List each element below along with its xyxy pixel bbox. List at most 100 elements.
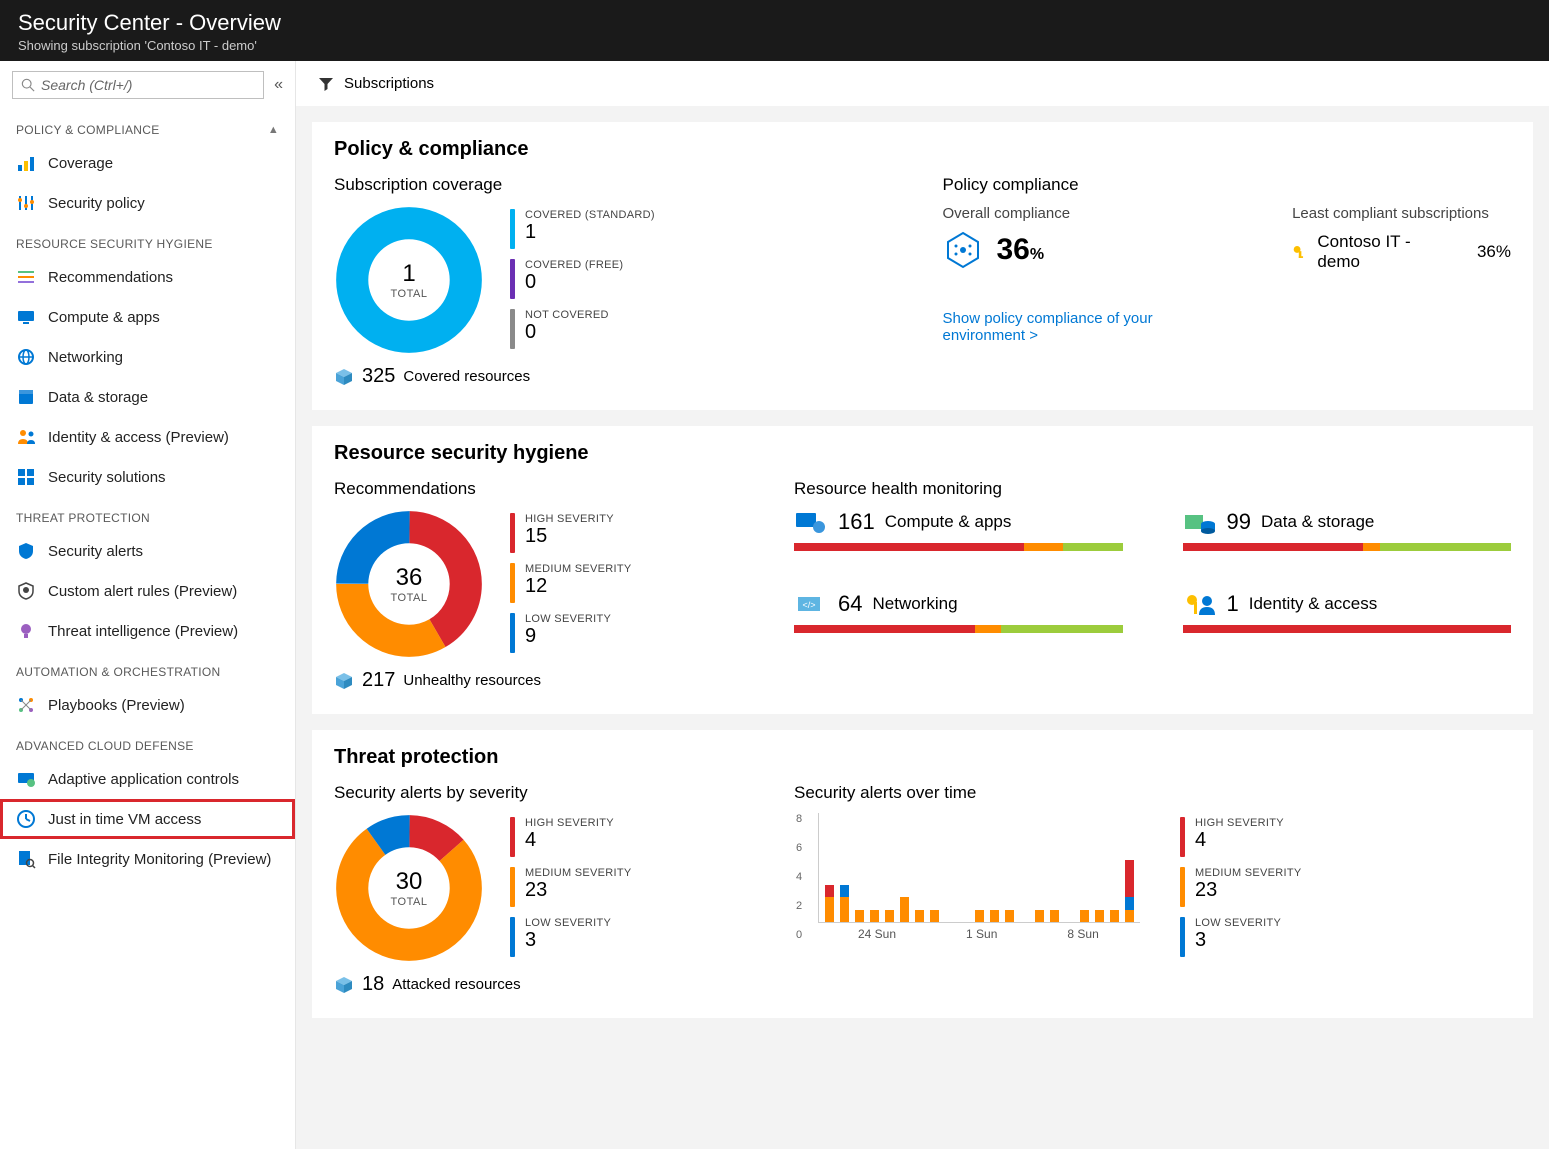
sidebar-item-label: Recommendations xyxy=(48,269,173,286)
coverage-icon xyxy=(16,153,36,173)
recommendations: Recommendations 36TOTAL HIGH SEVERITY15M… xyxy=(334,479,754,692)
sidebar-item-playbooks-preview[interactable]: Playbooks (Preview) xyxy=(0,685,295,725)
legend-swatch xyxy=(1180,867,1185,907)
legend-swatch xyxy=(510,817,515,857)
sidebar-item-custom-alert-rules-preview[interactable]: Custom alert rules (Preview) xyxy=(0,571,295,611)
tile-label: Compute & apps xyxy=(885,512,1012,532)
nav-section-header[interactable]: RESOURCE SECURITY HYGIENE xyxy=(0,223,295,257)
sidebar-item-label: Security alerts xyxy=(48,543,143,560)
legend-value: 1 xyxy=(525,221,655,244)
subscription-coverage: Subscription coverage 1TOTAL COVERED (ST… xyxy=(334,175,903,388)
legend-item: HIGH SEVERITY15 xyxy=(510,513,632,553)
least-compliant-name: Contoso IT - demo xyxy=(1317,232,1437,272)
sidebar-nav[interactable]: POLICY & COMPLIANCE▲ Coverage Security pol… xyxy=(0,109,295,1149)
legend-value: 4 xyxy=(525,829,614,852)
legend-label: NOT COVERED xyxy=(525,309,609,321)
least-compliant-row[interactable]: Contoso IT - demo 36% xyxy=(1292,232,1511,272)
section-title: Security alerts over time xyxy=(794,783,1511,803)
spark-bar xyxy=(1005,910,1014,923)
covered-resources-count: 325 xyxy=(362,365,395,388)
search-icon xyxy=(21,78,35,92)
sidebar-item-recommendations[interactable]: Recommendations xyxy=(0,257,295,297)
show-policy-compliance-link[interactable]: Show policy compliance of your environme… xyxy=(943,310,1223,344)
sidebar-item-data-storage[interactable]: Data & storage xyxy=(0,377,295,417)
cube-icon xyxy=(334,975,354,995)
search-input[interactable]: Search (Ctrl+/) xyxy=(12,71,264,99)
nav-section-header[interactable]: POLICY & COMPLIANCE▲ xyxy=(0,109,295,143)
sidebar-item-coverage[interactable]: Coverage xyxy=(0,143,295,183)
legend-value: 4 xyxy=(1195,829,1284,852)
sidebar-item-security-policy[interactable]: Security policy xyxy=(0,183,295,223)
sidebar-item-networking[interactable]: Networking xyxy=(0,337,295,377)
legend-label: COVERED (FREE) xyxy=(525,259,623,271)
legend-value: 15 xyxy=(525,525,614,548)
health-tile-networking[interactable]: </>64Networking xyxy=(794,591,1123,633)
page-subtitle: Showing subscription 'Contoso IT - demo' xyxy=(18,38,1531,53)
identity-icon xyxy=(16,427,36,447)
legend-swatch xyxy=(510,917,515,957)
sidebar-item-label: Data & storage xyxy=(48,389,148,406)
spark-bar xyxy=(990,910,999,923)
legend-swatch xyxy=(510,563,515,603)
spark-bar xyxy=(885,910,894,923)
legend-item: HIGH SEVERITY4 xyxy=(1180,817,1302,857)
tile-icon xyxy=(794,509,828,535)
overall-compliance-pct: % xyxy=(1030,246,1044,263)
attacked-label: Attacked resources xyxy=(392,976,520,993)
recommendations-donut: 36TOTAL xyxy=(334,509,484,659)
health-tile-compute-apps[interactable]: 161Compute & apps xyxy=(794,509,1123,551)
spark-bar xyxy=(825,885,834,923)
grid-icon xyxy=(16,467,36,487)
nav-section-header[interactable]: ADVANCED CLOUD DEFENSE xyxy=(0,725,295,759)
legend-label: LOW SEVERITY xyxy=(525,613,611,625)
clock-icon xyxy=(16,809,36,829)
sidebar-item-label: Just in time VM access xyxy=(48,811,201,828)
sidebar-item-label: Compute & apps xyxy=(48,309,160,326)
card-title: Resource security hygiene xyxy=(334,442,1511,465)
page-header: Security Center - Overview Showing subsc… xyxy=(0,0,1549,61)
spark-bar xyxy=(975,910,984,923)
health-tile-data-storage[interactable]: 99Data & storage xyxy=(1183,509,1512,551)
covered-resources-label: Covered resources xyxy=(403,368,530,385)
collapse-sidebar-icon[interactable]: « xyxy=(270,72,287,98)
legend-label: MEDIUM SEVERITY xyxy=(1195,867,1302,879)
alerts-sparkline xyxy=(818,813,1140,923)
legend-label: MEDIUM SEVERITY xyxy=(525,563,632,575)
sidebar-item-just-in-time-vm-access[interactable]: Just in time VM access xyxy=(0,799,295,839)
legend-item: LOW SEVERITY3 xyxy=(510,917,632,957)
legend-value: 23 xyxy=(525,879,632,902)
legend-value: 0 xyxy=(525,321,609,344)
nav-section-header[interactable]: AUTOMATION & ORCHESTRATION xyxy=(0,651,295,685)
y-tick: 0 xyxy=(796,929,802,941)
sidebar-item-label: Coverage xyxy=(48,155,113,172)
spark-bar xyxy=(1125,860,1134,923)
tile-count: 99 xyxy=(1227,509,1251,535)
policy-compliance: Policy compliance Overall compliance 36%… xyxy=(943,175,1512,388)
spark-bar xyxy=(855,910,864,923)
sidebar-item-threat-intelligence-preview[interactable]: Threat intelligence (Preview) xyxy=(0,611,295,651)
policy-compliance-card: Policy & compliance Subscription coverag… xyxy=(312,122,1533,410)
sidebar-item-adaptive-application-controls[interactable]: Adaptive application controls xyxy=(0,759,295,799)
main-content: Subscriptions Policy & compliance Subscr… xyxy=(296,61,1549,1149)
filter-label[interactable]: Subscriptions xyxy=(344,75,434,92)
hexagon-icon xyxy=(943,230,983,270)
donut-total-label: TOTAL xyxy=(391,896,428,908)
sidebar-item-file-integrity-monitoring-preview[interactable]: File Integrity Monitoring (Preview) xyxy=(0,839,295,879)
filter-icon[interactable] xyxy=(318,76,334,92)
sidebar-item-identity-access-preview[interactable]: Identity & access (Preview) xyxy=(0,417,295,457)
tile-health-bar xyxy=(794,625,1123,633)
sidebar-item-security-solutions[interactable]: Security solutions xyxy=(0,457,295,497)
unhealthy-count: 217 xyxy=(362,669,395,692)
legend-value: 9 xyxy=(525,625,611,648)
legend-value: 3 xyxy=(1195,929,1281,952)
legend-label: HIGH SEVERITY xyxy=(1195,817,1284,829)
legend-swatch xyxy=(510,867,515,907)
sidebar-item-security-alerts[interactable]: Security alerts xyxy=(0,531,295,571)
legend-label: LOW SEVERITY xyxy=(1195,917,1281,929)
nav-section-header[interactable]: THREAT PROTECTION xyxy=(0,497,295,531)
sidebar-item-compute-apps[interactable]: Compute & apps xyxy=(0,297,295,337)
health-tile-identity-access[interactable]: 1Identity & access xyxy=(1183,591,1512,633)
unhealthy-label: Unhealthy resources xyxy=(403,672,541,689)
network-icon xyxy=(16,347,36,367)
tile-health-bar xyxy=(1183,625,1512,633)
